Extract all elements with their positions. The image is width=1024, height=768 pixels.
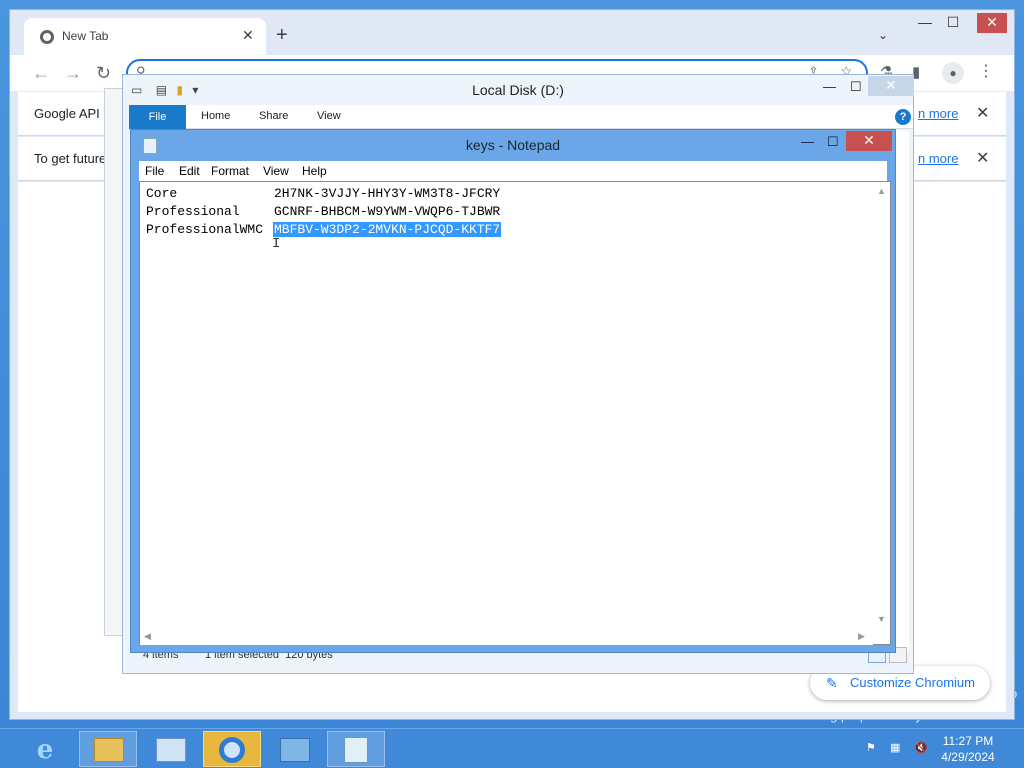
maximize-icon[interactable]: ☐ <box>938 14 968 31</box>
help-icon[interactable]: ? <box>895 109 911 125</box>
explorer-title: Local Disk (D:) <box>472 82 564 98</box>
scroll-right-icon[interactable]: ▶ <box>858 631 865 642</box>
learn-more-link[interactable]: n more <box>918 106 958 121</box>
notepad-icon <box>344 737 368 763</box>
chrome-tab-title: New Tab <box>62 29 109 43</box>
taskbar-remote-desktop[interactable] <box>265 731 323 767</box>
notepad-title: keys - Notepad <box>465 137 561 153</box>
close-window-button[interactable]: ✕ <box>846 131 892 151</box>
clock-date: 4/29/2024 <box>941 750 995 764</box>
chromium-favicon-icon <box>40 30 54 44</box>
menu-file[interactable]: File <box>145 164 164 178</box>
network-icon[interactable]: ▦ <box>890 741 900 754</box>
close-window-button[interactable]: ✕ <box>977 13 1007 33</box>
profile-avatar-icon[interactable]: ● <box>942 62 964 84</box>
infobar-text: To get future <box>34 151 107 166</box>
scroll-left-icon[interactable]: ◀ <box>144 631 151 642</box>
forward-arrow-icon[interactable]: → <box>64 63 82 84</box>
clock-time: 11:27 PM <box>942 734 994 748</box>
notepad-menubar: File Edit Format View Help <box>139 161 887 181</box>
explorer-ribbon: File Home Share View <box>129 105 913 129</box>
close-infobar-icon[interactable]: ✕ <box>976 103 989 123</box>
close-infobar-icon[interactable]: ✕ <box>976 148 989 168</box>
edition-label: Core <box>146 186 178 201</box>
ribbon-tab-share[interactable]: Share <box>259 110 288 122</box>
ribbon-tab-home[interactable]: Home <box>201 110 230 122</box>
maximize-icon[interactable]: ☐ <box>827 134 839 150</box>
learn-more-link[interactable]: n more <box>918 151 958 166</box>
taskbar-chromium[interactable] <box>203 731 261 767</box>
minimize-icon[interactable]: — <box>801 134 814 149</box>
customize-label: Customize Chromium <box>850 675 975 690</box>
product-key: GCNRF-BHBCM-W9YWM-VWQP6-TJBWR <box>274 204 501 219</box>
product-key: 2H7NK-3VJJY-HHY3Y-WM3T8-JFCRY <box>274 186 501 201</box>
taskbar-file-explorer[interactable] <box>79 731 137 767</box>
back-arrow-icon[interactable]: ← <box>32 63 50 84</box>
infobar-text: Google API k <box>34 106 110 121</box>
notepad-text-area[interactable]: Core 2H7NK-3VJJY-HHY3Y-WM3T8-JFCRY Profe… <box>139 181 891 645</box>
taskbar-notepad[interactable] <box>327 731 385 767</box>
menu-kebab-icon[interactable]: ⋮ <box>978 61 994 81</box>
edition-label: ProfessionalWMC <box>146 222 264 237</box>
edition-label: Professional <box>146 204 240 219</box>
ribbon-tab-file[interactable]: File <box>129 105 186 129</box>
text-cursor-icon: I <box>272 236 281 252</box>
chevron-down-icon[interactable]: ⌄ <box>878 28 888 42</box>
ribbon-tab-view[interactable]: View <box>317 110 341 122</box>
menu-edit[interactable]: Edit <box>179 164 200 178</box>
chromium-icon <box>219 737 245 763</box>
menu-format[interactable]: Format <box>211 164 249 178</box>
reload-icon[interactable]: ↻ <box>96 63 111 84</box>
remote-desktop-icon <box>280 738 310 762</box>
internet-explorer-icon: e <box>36 735 54 765</box>
maximize-icon[interactable]: ☐ <box>850 79 862 95</box>
minimize-icon[interactable]: — <box>910 14 940 30</box>
server-manager-icon <box>156 738 186 762</box>
notepad-titlebar: keys - Notepad — ☐ ✕ <box>131 130 895 160</box>
vertical-scrollbar[interactable]: ▲ ▼ <box>873 182 890 628</box>
chrome-tab-new-tab[interactable]: New Tab ✕ <box>24 18 266 55</box>
action-center-flag-icon[interactable]: ⚑ <box>866 741 876 754</box>
chrome-tabstrip: New Tab ✕ + ⌄ — ☐ ✕ <box>10 10 1014 55</box>
minimize-icon[interactable]: — <box>823 79 836 94</box>
new-tab-plus-icon[interactable]: + <box>276 24 288 47</box>
horizontal-scrollbar[interactable]: ◀ ▶ <box>140 628 873 645</box>
product-key-selected: MBFBV-W3DP2-2MVKN-PJCQD-KKTF7 <box>273 222 502 237</box>
close-window-button[interactable]: ✕ <box>868 76 914 96</box>
taskbar-server-manager[interactable] <box>141 731 199 767</box>
scroll-up-icon[interactable]: ▲ <box>877 186 886 196</box>
notepad-window: keys - Notepad — ☐ ✕ File Edit Format Vi… <box>130 129 896 653</box>
explorer-titlebar: ▭ ▤ ▮ ▾ Local Disk (D:) — ☐ ✕ <box>123 75 914 105</box>
system-clock[interactable]: 11:27 PM 4/29/2024 <box>934 733 1002 765</box>
volume-muted-icon[interactable]: 🔇 <box>914 741 928 754</box>
menu-view[interactable]: View <box>263 164 289 178</box>
folder-icon <box>94 738 124 762</box>
taskbar-internet-explorer[interactable]: e <box>16 731 74 767</box>
scroll-down-icon[interactable]: ▼ <box>877 614 886 624</box>
close-tab-icon[interactable]: ✕ <box>242 27 254 44</box>
background-window-edge <box>104 88 124 636</box>
taskbar: e ⚑ ▦ 🔇 11:27 PM 4/29/2024 <box>0 728 1024 768</box>
menu-help[interactable]: Help <box>302 164 327 178</box>
